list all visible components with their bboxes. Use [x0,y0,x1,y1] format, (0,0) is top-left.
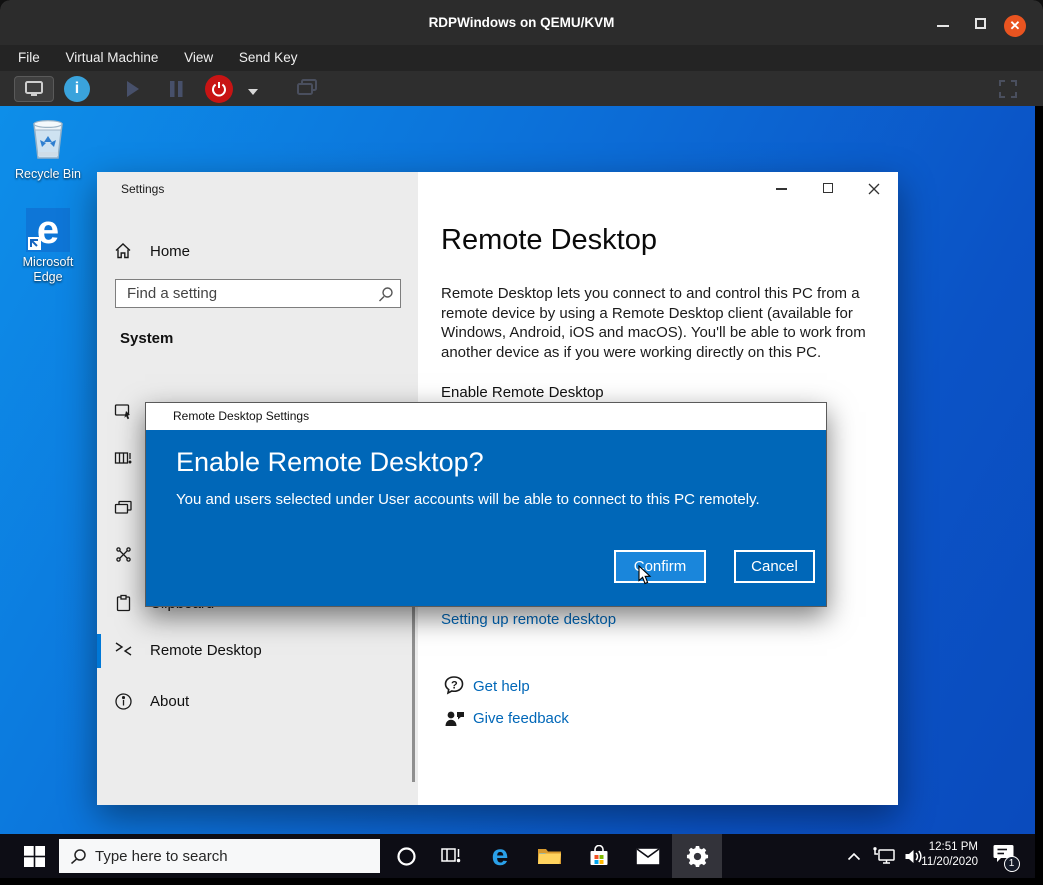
action-center-icon: 1 [993,844,1014,868]
vm-toolbar: i [0,71,1043,106]
get-help-icon: ? [444,676,466,696]
vm-titlebar[interactable]: RDPWindows on QEMU/KVM [0,0,1043,45]
remote-desktop-dialog: Remote Desktop Settings Enable Remote De… [145,402,827,607]
close-icon[interactable]: ✕ [1004,15,1026,37]
pause-icon [166,79,186,104]
give-feedback-icon [444,708,466,728]
vm-screen: RDPWindows on QEMU/KVM ✕ File Virtual Ma… [0,0,1043,885]
task-view-icon [441,846,462,866]
sidebar-item-about[interactable]: About [97,686,418,718]
edge-tile-icon: e [26,208,70,252]
console-monitor-icon[interactable] [14,76,54,102]
store-icon [589,845,609,867]
search-icon [378,286,394,307]
tablet-icon [114,402,133,426]
task-view-button[interactable] [430,834,472,878]
file-explorer-icon [537,846,562,866]
play-icon [122,79,142,104]
maximize-icon[interactable] [823,183,833,193]
menu-send-key[interactable]: Send Key [239,45,298,71]
mail-button[interactable] [626,834,670,878]
remote-desktop-icon [114,642,133,661]
edge-button[interactable]: e [478,834,522,878]
clock-time: 12:51 PM [908,840,978,855]
vm-window-title: RDPWindows on QEMU/KVM [0,0,1043,45]
notification-badge: 1 [1004,856,1020,872]
edge-icon: e [492,839,509,873]
displays-icon [296,78,318,103]
sidebar-item-label: About [150,693,189,710]
minimize-icon[interactable] [776,188,787,190]
recycle-bin-icon [26,116,70,162]
settings-window-title: Settings [121,182,164,196]
maximize-icon[interactable] [975,18,986,29]
taskbar-search-input[interactable] [59,839,380,873]
mouse-cursor [638,565,652,590]
home-icon [114,242,132,265]
taskbar: e 12:51 PM [0,834,1035,878]
menu-file[interactable]: File [18,45,40,71]
dropdown-caret-icon[interactable] [246,84,260,102]
clock-date: 11/20/2020 [908,855,978,870]
setting-up-remote-desktop-link[interactable]: Setting up remote desktop [441,611,616,628]
settings-taskbar-button[interactable] [672,834,722,878]
cortana-button[interactable] [386,834,426,878]
shortcut-arrow-icon [28,237,41,250]
confirm-button[interactable]: Confirm [614,550,706,583]
dialog-body-text: You and users selected under User accoun… [176,491,760,508]
dialog-heading: Enable Remote Desktop? [176,447,484,478]
power-icon[interactable] [205,75,233,103]
about-icon [114,692,133,716]
start-button[interactable] [12,834,56,878]
info-icon[interactable]: i [64,76,90,102]
close-icon[interactable] [868,182,880,200]
projecting-icon [114,498,133,522]
dialog-title: Remote Desktop Settings [173,409,309,423]
give-feedback-link[interactable]: Give feedback [473,710,569,727]
selected-accent-bar [97,634,101,668]
vm-menubar: File Virtual Machine View Send Key [0,45,1043,71]
start-icon [24,846,45,867]
dialog-titlebar[interactable]: Remote Desktop Settings [146,403,826,430]
desktop-icon-microsoft-edge[interactable]: e Microsoft Edge [9,208,87,285]
cortana-icon [396,846,417,867]
windows-desktop[interactable]: Recycle Bin e Microsoft Edge Settings [0,106,1035,878]
menu-view[interactable]: View [184,45,213,71]
clipboard-icon [114,594,133,618]
network-tray-button[interactable] [869,834,901,878]
sidebar-item-label: Home [150,243,190,260]
multitasking-icon [114,449,133,473]
svg-text:?: ? [451,680,458,692]
file-explorer-button[interactable] [527,834,571,878]
action-center-button[interactable]: 1 [985,834,1021,878]
sidebar-item-label: Remote Desktop [150,642,262,659]
page-description: Remote Desktop lets you connect to and c… [441,284,879,362]
network-icon [873,847,897,865]
tray-clock[interactable]: 12:51 PM 11/20/2020 [908,840,978,870]
chevron-up-icon [847,852,861,861]
tray-expand-button[interactable] [840,834,868,878]
page-title: Remote Desktop [441,224,657,257]
find-setting-input[interactable] [115,279,401,308]
menu-virtual-machine[interactable]: Virtual Machine [66,45,159,71]
sidebar-item-home[interactable]: Home [97,236,418,268]
sidebar-section-system: System [120,330,173,347]
desktop-icon-label: Microsoft Edge [9,255,87,285]
enable-remote-desktop-label: Enable Remote Desktop [441,384,604,401]
mail-icon [636,848,660,865]
fullscreen-icon [998,79,1018,104]
sidebar-item-remote-desktop[interactable]: Remote Desktop [97,634,418,668]
store-button[interactable] [577,834,621,878]
cancel-button[interactable]: Cancel [734,550,815,583]
shared-experiences-icon [114,545,133,569]
settings-gear-icon [686,845,709,868]
minimize-icon[interactable] [937,25,949,27]
desktop-icon-recycle-bin[interactable]: Recycle Bin [9,116,87,182]
search-icon [70,848,87,870]
desktop-icon-label: Recycle Bin [9,167,87,182]
get-help-link[interactable]: Get help [473,678,530,695]
